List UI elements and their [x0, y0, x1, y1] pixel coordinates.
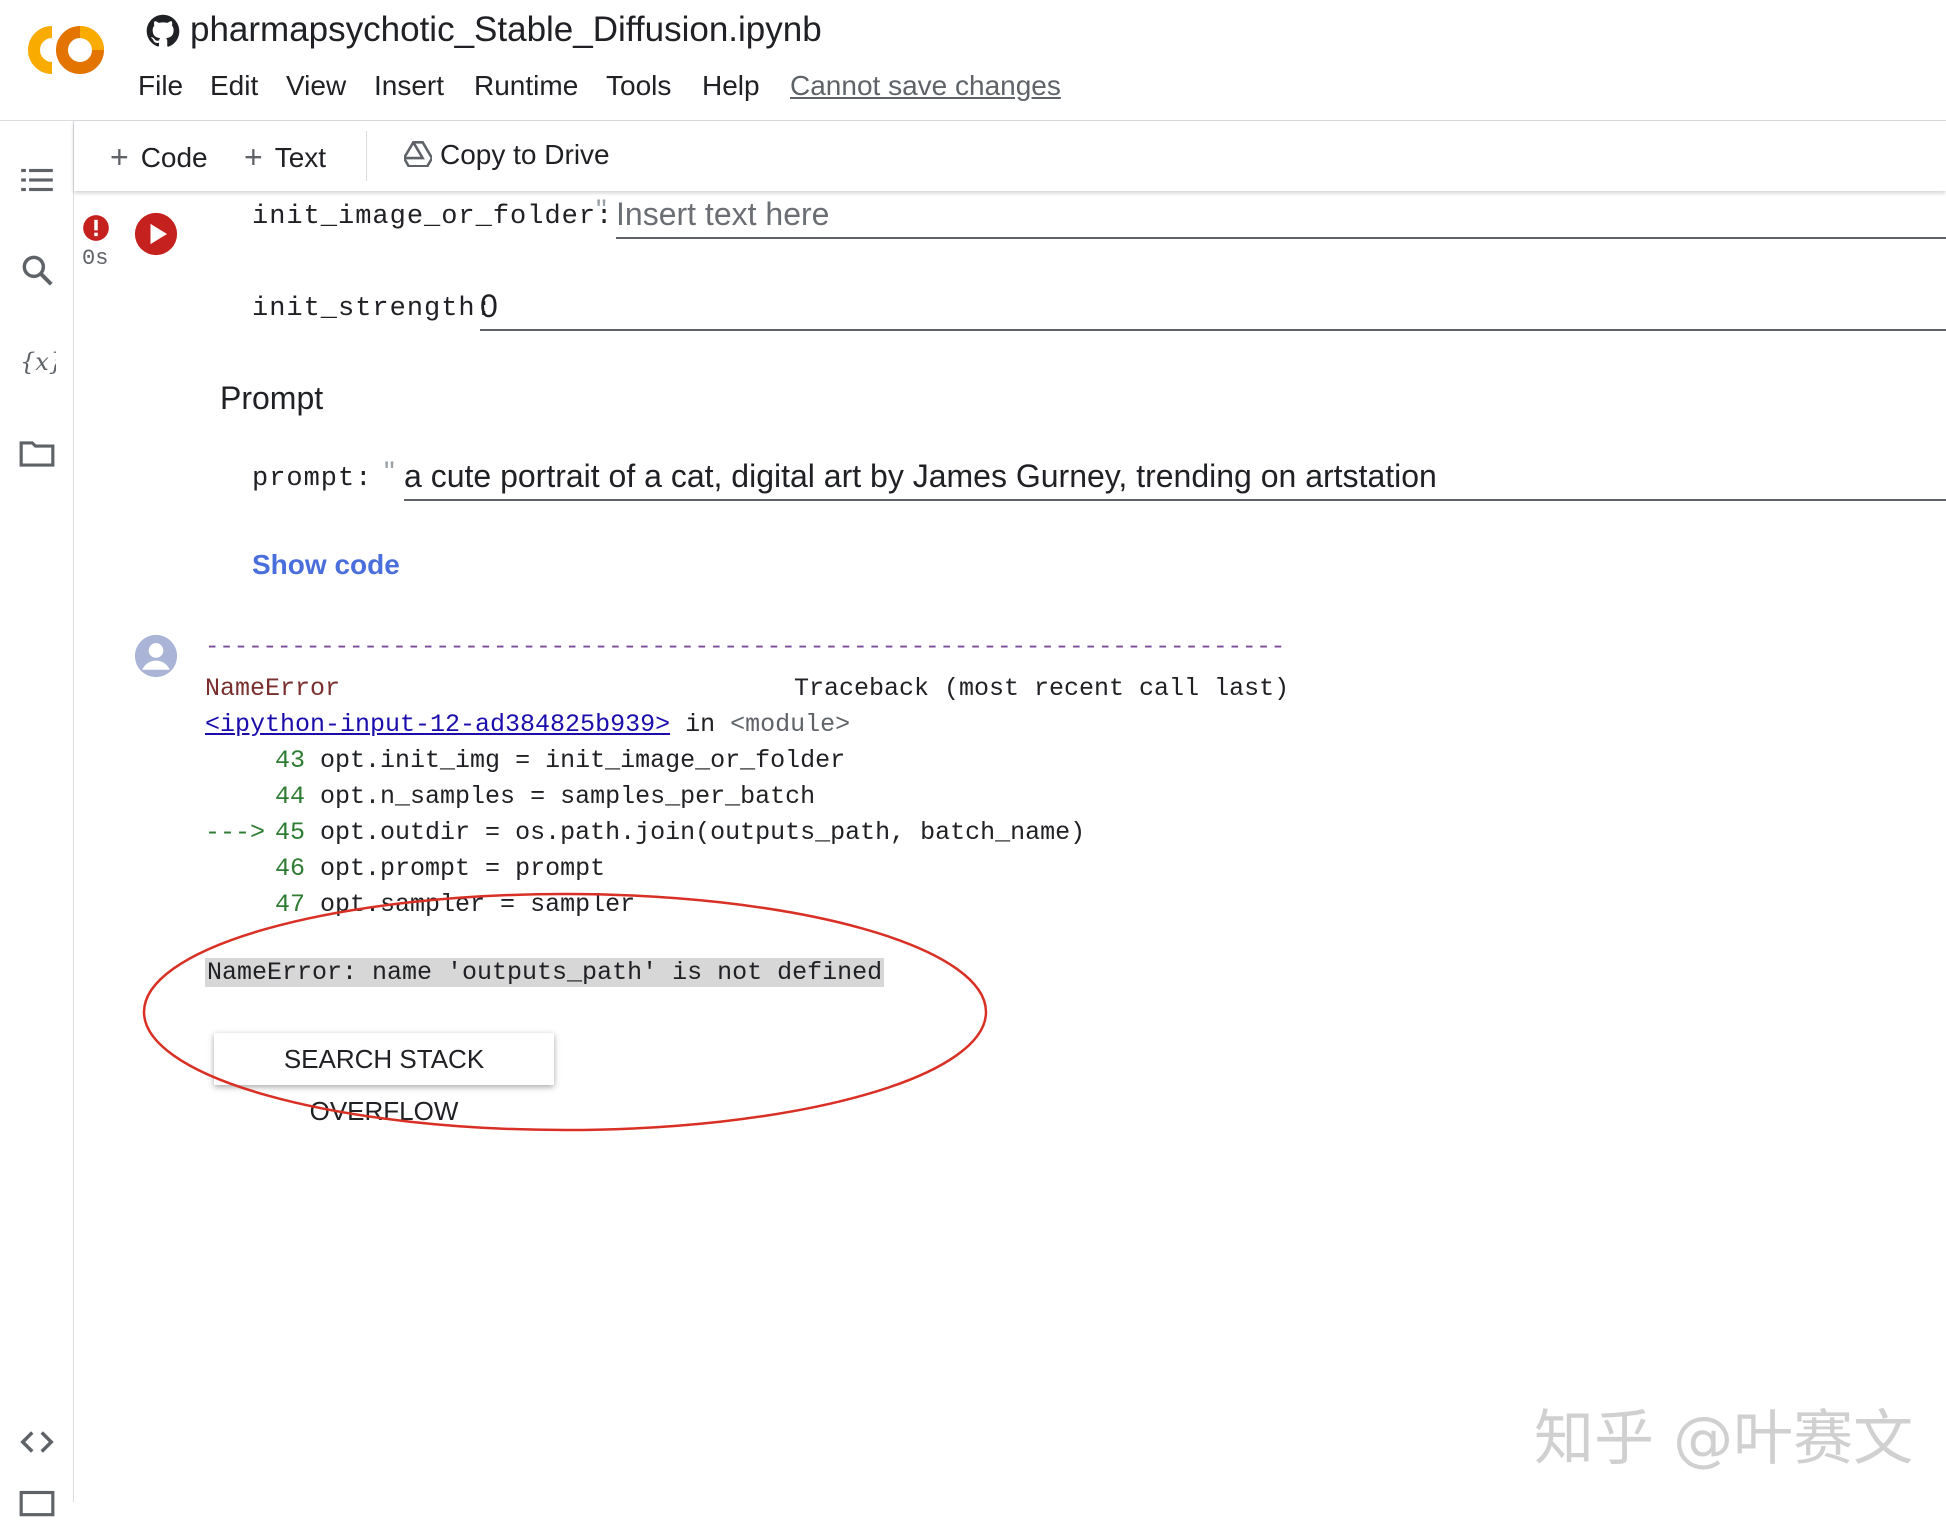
- source-file-link[interactable]: <ipython-input-12-ad384825b939>: [205, 710, 670, 739]
- menu-edit[interactable]: Edit: [210, 70, 258, 102]
- menu-tools[interactable]: Tools: [606, 70, 671, 102]
- copy-to-drive-button[interactable]: Copy to Drive: [402, 138, 610, 171]
- error-name: NameError: [205, 674, 341, 703]
- toolbar-divider: [366, 131, 367, 181]
- watermark: 知乎 @叶赛文: [1534, 1404, 1914, 1474]
- line-number: 46: [275, 854, 306, 883]
- line-number: 44: [275, 782, 306, 811]
- save-status-link[interactable]: Cannot save changes: [790, 70, 1061, 102]
- line-number: 45: [275, 818, 306, 847]
- output-avatar-icon[interactable]: [134, 634, 178, 678]
- menu-view[interactable]: View: [286, 70, 346, 102]
- annotation-ellipse: [142, 892, 988, 1132]
- line-arrow: --->: [205, 818, 266, 847]
- traceback-separator: ----------------------------------------…: [205, 634, 1286, 661]
- prompt-input[interactable]: a cute portrait of a cat, digital art by…: [404, 458, 1946, 501]
- line-code: opt.init_img = init_image_or_folder: [320, 746, 846, 775]
- github-icon: [146, 14, 180, 47]
- module-text: <module>: [730, 710, 851, 739]
- colab-logo[interactable]: [22, 20, 108, 80]
- svg-text:{x}: {x}: [20, 348, 56, 376]
- init-image-label: init_image_or_folder:: [252, 202, 614, 232]
- show-code-link[interactable]: Show code: [252, 549, 400, 581]
- left-sidebar: {x}: [0, 121, 74, 1517]
- init-image-input[interactable]: Insert text here: [616, 196, 1946, 239]
- folder-icon[interactable]: [18, 435, 56, 473]
- prompt-section-heading: Prompt: [220, 380, 324, 416]
- menu-insert[interactable]: Insert: [374, 70, 444, 102]
- in-text: in: [685, 710, 716, 739]
- execution-time: 0s: [82, 246, 109, 271]
- traceback-line: 43 opt.init_img = init_image_or_folder: [205, 746, 845, 775]
- add-code-button[interactable]: + Code: [110, 138, 208, 175]
- traceback-line: 44 opt.n_samples = samples_per_batch: [205, 782, 815, 811]
- error-status-icon: [83, 215, 109, 241]
- prompt-label: prompt:: [252, 464, 373, 494]
- line-number: 43: [275, 746, 306, 775]
- plus-icon: +: [110, 139, 129, 175]
- variables-icon[interactable]: {x}: [18, 343, 56, 381]
- add-code-label: Code: [140, 142, 208, 173]
- menu-help[interactable]: Help: [702, 70, 760, 102]
- plus-icon: +: [244, 139, 263, 175]
- line-code: opt.outdir = os.path.join(outputs_path, …: [320, 818, 1086, 847]
- terminal-icon[interactable]: [18, 1483, 56, 1521]
- notebook-title[interactable]: pharmapsychotic_Stable_Diffusion.ipynb: [190, 10, 822, 50]
- init-strength-input[interactable]: 0: [480, 288, 1946, 331]
- menu-runtime[interactable]: Runtime: [474, 70, 578, 102]
- notebook-toolbar: + Code + Text Copy to Drive: [74, 121, 1946, 191]
- traceback-header: Traceback (most recent call last): [794, 674, 1290, 703]
- code-snippets-icon[interactable]: [18, 1423, 56, 1461]
- drive-icon: [402, 141, 434, 168]
- string-quote-icon: ": [596, 194, 607, 227]
- line-code: opt.n_samples = samples_per_batch: [320, 782, 816, 811]
- run-cell-button[interactable]: [134, 212, 178, 256]
- line-code: opt.prompt = prompt: [320, 854, 606, 883]
- search-icon[interactable]: [18, 251, 56, 289]
- string-quote-icon: ": [384, 456, 395, 489]
- traceback-source-line: <ipython-input-12-ad384825b939> in <modu…: [205, 710, 850, 739]
- table-of-contents-icon[interactable]: [18, 161, 56, 199]
- copy-to-drive-label: Copy to Drive: [440, 139, 610, 170]
- traceback-line: ---> 45 opt.outdir = os.path.join(outputs…: [205, 818, 1085, 847]
- add-text-label: Text: [274, 142, 327, 173]
- traceback-line: 46 opt.prompt = prompt: [205, 854, 605, 883]
- add-text-button[interactable]: + Text: [244, 138, 326, 175]
- menu-file[interactable]: File: [138, 70, 183, 102]
- app-header: pharmapsychotic_Stable_Diffusion.ipynb F…: [0, 0, 1946, 121]
- init-strength-label: init_strength:: [252, 294, 493, 324]
